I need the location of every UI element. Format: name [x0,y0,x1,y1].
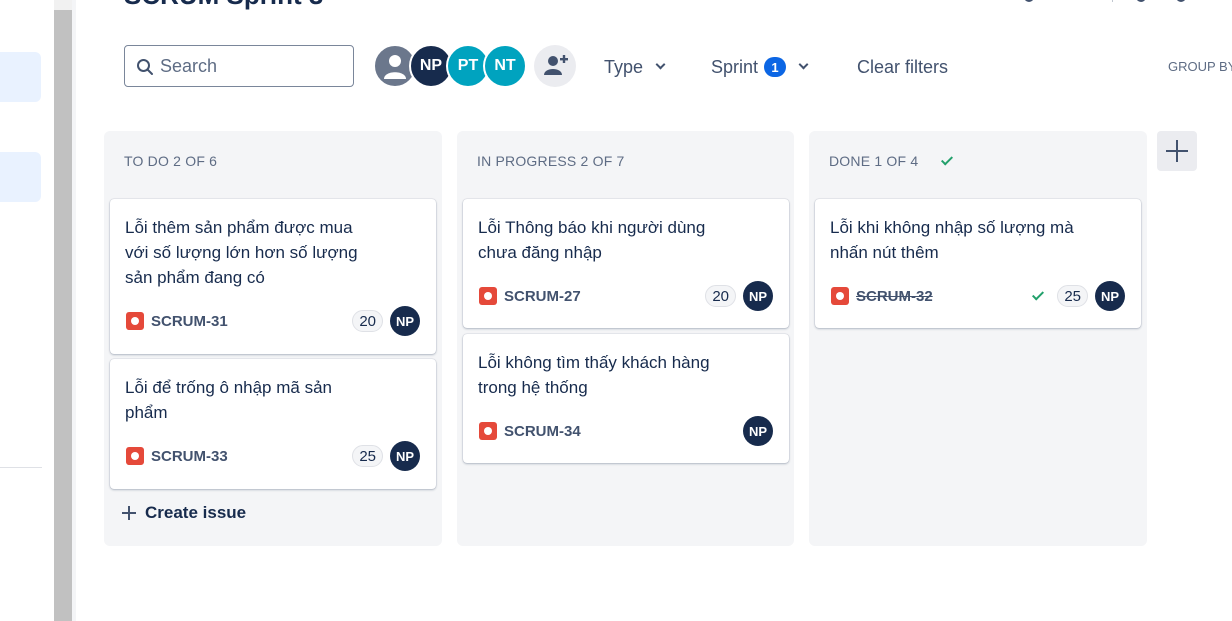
story-points-badge: 20 [705,285,736,307]
card-title: Lỗi Thông báo khi người dùng chưa đăng n… [478,218,706,262]
card-footer: SCRUM-31 20 NP [126,306,420,336]
column-in-progress: IN PROGRESS 2 OF 7 Lỗi Thông báo khi ngư… [457,131,794,546]
card-title: Lỗi khi không nhập số lượng mà nhấn nút … [830,218,1074,262]
add-person-icon [544,55,568,75]
card-footer: SCRUM-34 NP [479,416,773,446]
sidebar-item-active[interactable] [0,52,41,102]
type-filter-label: Type [604,56,644,77]
column-done: DONE 1 OF 4 Lỗi khi không nhập số lượng … [809,131,1147,546]
bug-icon [126,447,144,465]
card-footer: SCRUM-32 25 NP [831,281,1125,311]
card-title: Lỗi thêm sản phẩm được mua với số lượng … [125,218,358,287]
assignee-avatar[interactable]: NP [743,281,773,311]
issue-card[interactable]: Lỗi thêm sản phẩm được mua với số lượng … [110,199,436,354]
sprint-filter-label: Sprint [711,56,759,77]
user-icon [384,55,406,79]
bug-icon [479,422,497,440]
type-filter-button[interactable]: Type [604,52,666,82]
story-points-badge: 25 [352,445,383,467]
card-footer: SCRUM-27 20 NP [479,281,773,311]
header-separator [1112,0,1113,2]
story-points-badge: 25 [1057,285,1088,307]
issue-key[interactable]: SCRUM-33 [151,448,228,465]
plus-icon [122,506,136,520]
chevron-down-icon [655,59,666,70]
sidebar [0,0,54,621]
bug-icon [831,287,849,305]
add-column-button[interactable] [1157,131,1197,171]
assignee-avatar[interactable]: NP [390,306,420,336]
card-title: Lỗi để trống ô nhập mã sản phẩm [125,378,332,422]
column-title: IN PROGRESS 2 OF 7 [477,153,625,169]
column-header: TO DO 2 OF 6 [124,153,217,169]
issue-card[interactable]: Lỗi khi không nhập số lượng mà nhấn nút … [815,199,1141,328]
card-title: Lỗi không tìm thấy khách hàng trong hệ t… [478,353,710,397]
divider [72,0,76,621]
bug-icon [126,312,144,330]
add-people-button[interactable] [534,45,576,87]
assignee-avatar[interactable]: NP [390,441,420,471]
sprint-count-badge: 1 [764,57,787,77]
search-icon [137,59,153,75]
sprint-filter-button[interactable]: Sprint 1 [711,52,809,82]
assignee-avatar[interactable]: NP [1095,281,1125,311]
story-points-badge: 20 [352,310,383,332]
avatar-nt[interactable]: NT [483,44,527,88]
check-icon [1032,287,1045,301]
issue-card[interactable]: Lỗi Thông báo khi người dùng chưa đăng n… [463,199,789,328]
assignee-avatar[interactable]: NP [743,416,773,446]
issue-card[interactable]: Lỗi để trống ô nhập mã sản phẩm SCRUM-33… [110,359,436,489]
issue-key[interactable]: SCRUM-31 [151,313,228,330]
sidebar-divider [0,467,42,468]
issue-key[interactable]: SCRUM-32 [856,288,933,305]
bug-icon [479,287,497,305]
issue-key[interactable]: SCRUM-27 [504,288,581,305]
issue-card[interactable]: Lỗi không tìm thấy khách hàng trong hệ t… [463,334,789,463]
check-icon [941,153,954,166]
column-title: DONE 1 OF 4 [829,153,919,169]
column-todo: TO DO 2 OF 6 Lỗi thêm sản phẩm được mua … [104,131,442,546]
share-icon[interactable] [1136,0,1146,2]
clear-filters-button[interactable]: Clear filters [857,52,948,82]
create-issue-label: Create issue [145,503,247,522]
issue-key[interactable]: SCRUM-34 [504,423,581,440]
create-issue-button[interactable]: Create issue [122,503,246,523]
timer-icon[interactable] [1024,0,1034,2]
header-actions [1020,0,1220,6]
column-header: DONE 1 OF 4 [829,153,954,169]
sidebar-item[interactable] [0,152,41,202]
search-input[interactable] [160,46,345,86]
column-title: TO DO 2 OF 6 [124,153,218,169]
group-by-label[interactable]: GROUP BY [1168,59,1232,74]
scrollbar-thumb[interactable] [54,10,72,621]
page-title: SCRUM Sprint 3 [124,0,323,11]
column-header: IN PROGRESS 2 OF 7 [477,153,625,169]
chevron-down-icon [798,59,809,70]
settings-icon[interactable] [1176,0,1186,2]
card-footer: SCRUM-33 25 NP [126,441,420,471]
search-box[interactable] [124,45,354,87]
